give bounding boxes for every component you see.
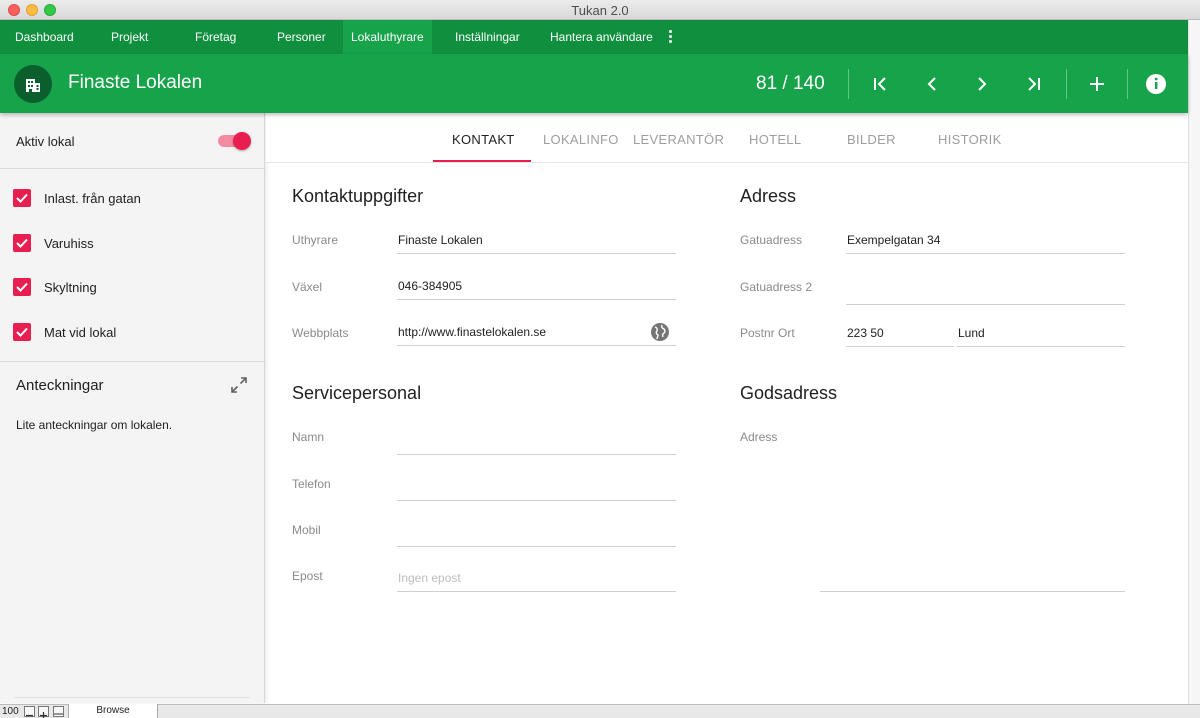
tab-kontakt[interactable]: KONTAKT (452, 132, 515, 147)
status-bar: 100 Browse (0, 704, 1200, 718)
panel-icon (54, 713, 63, 715)
checkbox-checked-icon (13, 234, 31, 252)
globe-icon[interactable] (649, 321, 671, 343)
zoom-out-button[interactable] (24, 706, 35, 717)
service-email-label: Epost (292, 569, 323, 583)
last-page-icon (1028, 77, 1040, 91)
layout-toggle-button[interactable] (53, 706, 64, 717)
tab-bilder[interactable]: BILDER (847, 132, 896, 147)
avatar (14, 65, 52, 103)
service-phone-field[interactable] (397, 477, 676, 501)
zoom-in-button[interactable] (38, 706, 49, 718)
landlord-label: Uthyrare (292, 233, 339, 247)
previous-record-button[interactable] (919, 71, 945, 97)
last-record-button[interactable] (1021, 71, 1047, 97)
goods-address-label: Adress (740, 430, 778, 444)
sidebar-divider (0, 361, 265, 362)
record-header: Finaste Lokalen 81 / 140 (0, 54, 1188, 113)
service-name-field[interactable] (397, 431, 676, 455)
tab-hotell[interactable]: HOTELL (749, 132, 801, 147)
notes-text[interactable]: Lite anteckningar om lokalen. (16, 418, 172, 432)
nav-hantera-anvandare[interactable]: Hantera användare (550, 20, 653, 54)
record-counter: 81 / 140 (756, 73, 825, 94)
notes-title: Anteckningar (16, 377, 104, 394)
tab-active-indicator (433, 160, 531, 162)
sidebar-divider (0, 168, 265, 169)
next-icon (978, 77, 987, 91)
active-toggle-label: Aktiv lokal (16, 134, 75, 149)
nav-personer[interactable]: Personer (277, 20, 326, 54)
first-record-button[interactable] (867, 71, 893, 97)
add-icon (1090, 77, 1104, 91)
website-label: Webbplats (292, 326, 349, 340)
info-button[interactable] (1143, 71, 1169, 97)
street2-field[interactable] (846, 281, 1125, 305)
service-name-label: Namn (292, 430, 325, 444)
nav-lokaluthyrare[interactable]: Lokaluthyrare (343, 20, 432, 54)
checkbox-label: Mat vid lokal (44, 325, 117, 340)
tab-bar: KONTAKT LOKALINFO LEVERANTÖR HOTELL BILD… (266, 113, 1188, 163)
address-section-title: Adress (740, 186, 797, 206)
building-icon (26, 79, 40, 92)
window-scrollbar[interactable] (1188, 20, 1200, 704)
service-phone-label: Telefon (292, 477, 331, 491)
next-record-button[interactable] (969, 71, 995, 97)
service-section-title: Servicepersonal (292, 383, 422, 403)
tab-historik[interactable]: HISTORIK (938, 132, 1002, 147)
checkbox-checked-icon (13, 278, 31, 296)
more-vertical-icon[interactable] (664, 29, 678, 45)
first-page-icon (874, 77, 886, 91)
checkbox-label: Varuhiss (44, 236, 94, 251)
page-title: Finaste Lokalen (68, 72, 203, 93)
checkbox-label: Inlast. från gatan (44, 191, 141, 206)
checkbox-checked-icon (13, 323, 31, 341)
website-field[interactable]: http://www.finastelokalen.se (397, 322, 676, 346)
nav-dashboard[interactable]: Dashboard (0, 20, 89, 54)
add-record-button[interactable] (1084, 71, 1110, 97)
sidebar: Aktiv lokal Inlast. från gatan Varuhiss … (0, 113, 265, 703)
nav-installningar[interactable]: Inställningar (455, 20, 520, 54)
street-field[interactable]: Exempelgatan 34 (846, 230, 1125, 254)
header-divider (848, 69, 849, 99)
browse-mode-tab[interactable]: Browse (68, 704, 158, 718)
previous-icon (927, 77, 936, 91)
active-toggle[interactable] (218, 132, 251, 150)
service-mobile-label: Mobil (292, 523, 321, 537)
window-titlebar: Tukan 2.0 (0, 0, 1200, 20)
service-email-field[interactable]: Ingen epost (397, 568, 676, 592)
contact-section-title: Kontaktuppgifter (292, 186, 424, 206)
nav-projekt[interactable]: Projekt (111, 20, 148, 54)
expand-icon[interactable] (230, 376, 248, 394)
landlord-field[interactable]: Finaste Lokalen (397, 230, 676, 254)
postal-code-field[interactable]: 223 50 (846, 323, 954, 347)
tab-leverantor[interactable]: LEVERANTÖR (633, 132, 724, 147)
zoom-level[interactable]: 100 (2, 706, 19, 717)
street2-label: Gatuadress 2 (740, 280, 813, 294)
goods-address-textarea[interactable] (820, 430, 1125, 592)
nav-foretag[interactable]: Företag (195, 20, 236, 54)
minus-icon (26, 714, 33, 717)
sidebar-divider (14, 697, 250, 698)
window-title: Tukan 2.0 (571, 3, 629, 18)
city-field[interactable]: Lund (957, 323, 1125, 347)
tab-lokalinfo[interactable]: LOKALINFO (543, 132, 619, 147)
checkbox-checked-icon (13, 189, 31, 207)
header-divider (1066, 69, 1067, 99)
street-label: Gatuadress (740, 233, 803, 247)
info-icon (1146, 74, 1166, 94)
header-divider (1127, 69, 1128, 99)
checkbox-label: Skyltning (44, 280, 97, 295)
goods-address-section-title: Godsadress (740, 383, 838, 403)
switchboard-label: Växel (292, 280, 323, 294)
main-nav: Dashboard Projekt Företag Personer Lokal… (0, 20, 1188, 54)
service-mobile-field[interactable] (397, 523, 676, 547)
switchboard-field[interactable]: 046-384905 (397, 276, 676, 300)
plus-icon (40, 712, 47, 718)
postal-label: Postnr Ort (740, 326, 795, 340)
